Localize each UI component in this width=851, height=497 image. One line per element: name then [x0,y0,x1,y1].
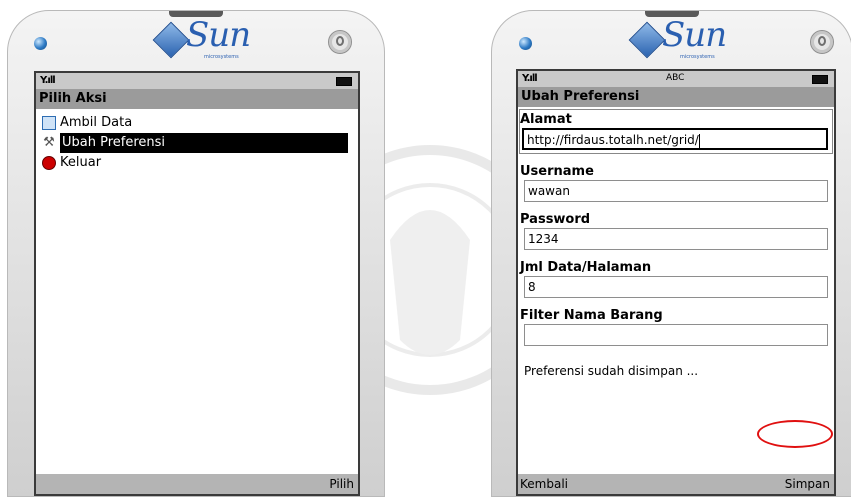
field-alamat: Alamat http://firdaus.totalh.net/grid/ [519,109,833,154]
softkey-pilih[interactable]: Pilih [329,474,354,494]
highlight-ring [757,420,833,448]
tools-icon: ⚒ [43,135,55,150]
preferences-form: Alamat http://firdaus.totalh.net/grid/ U… [518,107,834,378]
status-message: Preferensi sudah disimpan ... [524,364,699,378]
brand-sub: microsystems [204,54,239,60]
menu-item-label: Keluar [60,155,102,170]
status-bar: Y.ıll [36,73,358,89]
field-label: Alamat [520,112,572,127]
text-caret [698,133,700,148]
username-input[interactable]: wawan [524,180,828,202]
field-jml-data: Jml Data/Halaman 8 [520,259,832,298]
screen-title: Pilih Aksi [36,89,358,109]
filter-input[interactable] [524,324,828,346]
status-led-icon [519,37,532,50]
status-led-icon [34,37,47,50]
data-icon [42,116,56,130]
signal-icon: Y.ıll [40,75,56,86]
password-input[interactable]: 1234 [524,228,828,250]
softkey-bar: Pilih [36,474,358,494]
field-label: Password [520,212,591,227]
field-label: Jml Data/Halaman [520,260,652,275]
action-list: Ambil Data ⚒ Ubah Preferensi Keluar [36,109,358,173]
field-filter: Filter Nama Barang [520,307,832,346]
alamat-input[interactable]: http://firdaus.totalh.net/grid/ [522,128,828,150]
emulator-phone-right: Sun microsystems Y.ıll ABC Ubah Preferen… [491,10,851,497]
emulator-phone-left: Sun microsystems Y.ıll Pilih Aksi Ambil … [7,10,385,497]
softkey-bar: Kembali Simpan [518,474,834,494]
menu-item-label: Ubah Preferensi [60,133,348,153]
jml-data-input[interactable]: 8 [524,276,828,298]
status-bar: Y.ıll ABC [518,71,834,87]
softkey-simpan[interactable]: Simpan [785,474,830,494]
exit-icon [42,156,56,170]
field-password: Password 1234 [520,211,832,250]
phone-screen: Y.ıll Pilih Aksi Ambil Data ⚒ Ubah Prefe… [34,71,360,496]
input-mode-indicator: ABC [666,73,685,83]
battery-icon [336,77,352,86]
menu-item-ubah-preferensi[interactable]: ⚒ Ubah Preferensi [36,133,358,153]
field-label: Username [520,164,594,179]
menu-item-ambil-data[interactable]: Ambil Data [36,113,358,133]
softkey-kembali[interactable]: Kembali [520,474,568,494]
field-username: Username wawan [520,163,832,202]
battery-icon [812,75,828,84]
power-button[interactable] [810,30,834,54]
brand-sub: microsystems [680,54,715,60]
brand-name: Sun [662,15,727,55]
screen-title: Ubah Preferensi [518,87,834,107]
menu-item-label: Ambil Data [60,115,133,130]
brand-name: Sun [186,15,251,55]
field-label: Filter Nama Barang [520,308,663,323]
menu-item-keluar[interactable]: Keluar [36,153,358,173]
power-button[interactable] [328,30,352,54]
sun-diamond-icon [152,21,190,59]
signal-icon: Y.ıll [522,73,538,84]
sun-diamond-icon [628,21,666,59]
